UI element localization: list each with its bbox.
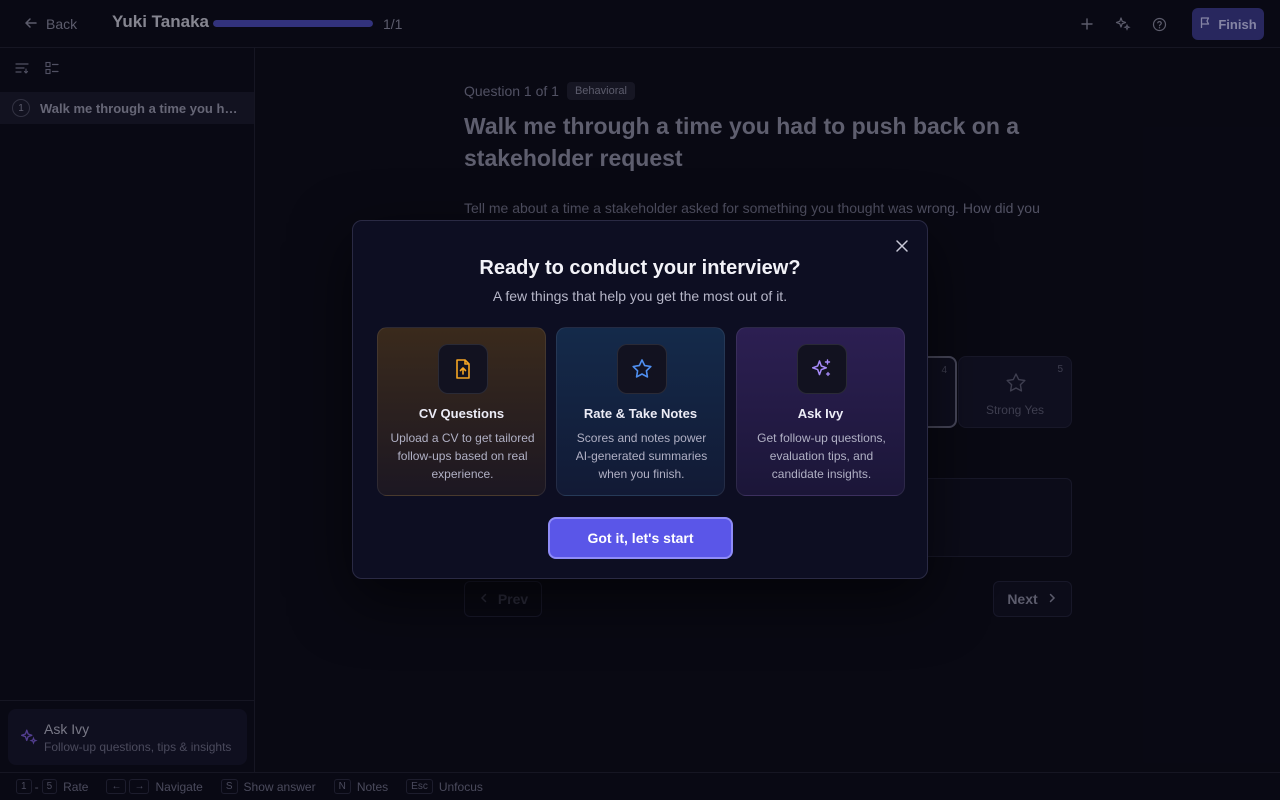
start-button[interactable]: Got it, let's start bbox=[548, 517, 733, 559]
onboarding-modal: Ready to conduct your interview? A few t… bbox=[352, 220, 928, 579]
feature-card-cv-questions: CV Questions Upload a CV to get tailored… bbox=[377, 327, 546, 496]
feature-title: Ask Ivy bbox=[797, 406, 844, 421]
feature-description: Get follow-up questions, evaluation tips… bbox=[757, 431, 886, 481]
modal-title: Ready to conduct your interview? bbox=[479, 257, 801, 279]
modal-subtitle: A few things that help you get the most … bbox=[492, 288, 788, 304]
feature-description: Scores and notes power AI-generated summ… bbox=[575, 431, 708, 481]
sparkles-icon bbox=[797, 344, 847, 394]
feature-description: Upload a CV to get tailored follow-ups b… bbox=[390, 431, 535, 481]
file-upload-icon bbox=[438, 344, 488, 394]
feature-card-rate-notes: Rate & Take Notes Scores and notes power… bbox=[556, 327, 725, 496]
star-icon bbox=[617, 344, 667, 394]
feature-title: CV Questions bbox=[418, 406, 505, 421]
feature-card-ask-ivy: Ask Ivy Get follow-up questions, evaluat… bbox=[736, 327, 905, 496]
feature-title: Rate & Take Notes bbox=[583, 406, 698, 421]
close-icon[interactable] bbox=[893, 237, 911, 255]
